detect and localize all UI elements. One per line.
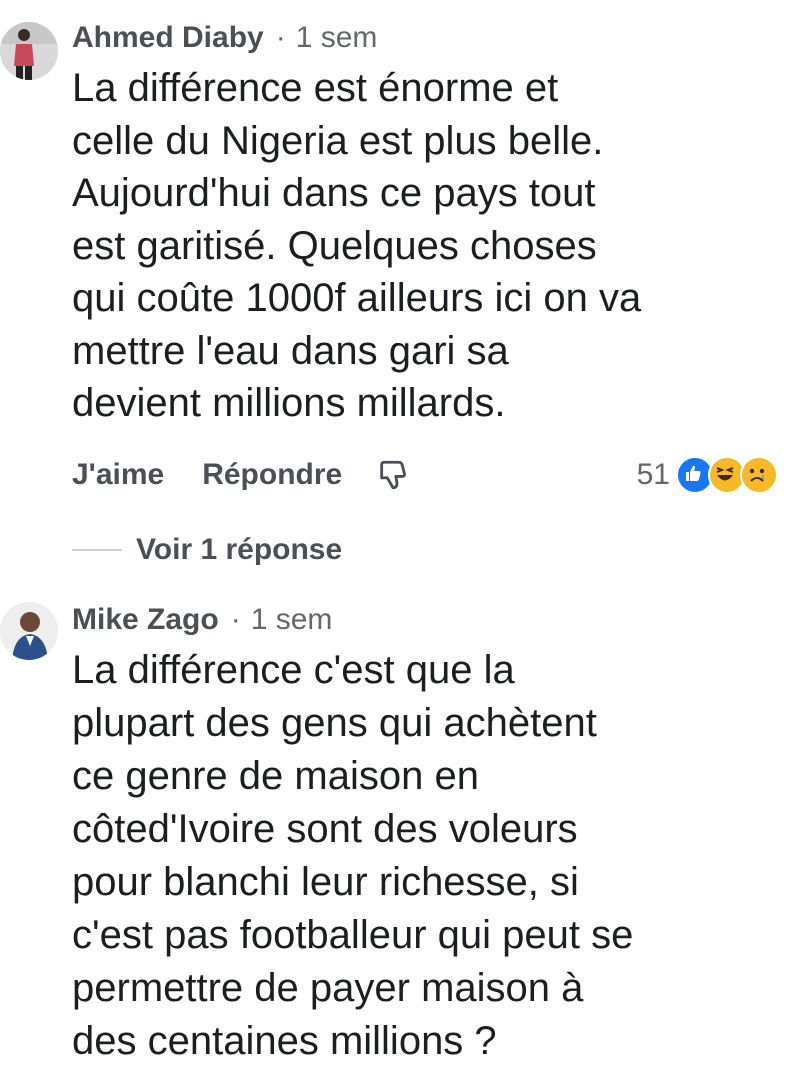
view-replies-link[interactable]: Voir 1 réponse <box>72 530 342 570</box>
avatar[interactable] <box>0 602 58 660</box>
comment-text-line: qui coûte 1000f ailleurs ici on va <box>72 276 642 320</box>
author-line: Mike Zago · 1 sem <box>72 600 332 640</box>
comment-text-line: c'est pas footballeur qui peut se <box>72 913 634 957</box>
comment-text-line: La différence est énorme et <box>72 66 559 110</box>
thumbs-down-icon[interactable] <box>376 458 410 492</box>
comment-text-line: des centaines millions ? <box>72 1019 497 1063</box>
avatar[interactable] <box>0 22 58 80</box>
view-replies-label[interactable]: Voir 1 réponse <box>136 533 342 567</box>
like-button[interactable]: J'aime <box>72 458 164 492</box>
comment-text-line: La différence c'est que la <box>72 648 515 692</box>
separator-dot: · <box>275 21 286 54</box>
comment-ahmed-diaby: Ahmed Diaby · 1 sem La différence est énor… <box>0 0 810 580</box>
separator-dot: · <box>230 603 241 636</box>
sad-reaction-icon <box>740 456 778 494</box>
comment-text: La différence c'est que la plupart des g… <box>72 644 792 1068</box>
comment-text-line: côted'Ivoire sont des voleurs <box>72 807 578 851</box>
replies-divider <box>72 549 122 551</box>
author-line: Ahmed Diaby · 1 sem <box>72 18 377 58</box>
comment-text-line: ce genre de maison en <box>72 754 479 798</box>
comment-actions: J'aime Répondre <box>72 452 410 498</box>
comment-time[interactable]: 1 sem <box>296 21 378 54</box>
author-name[interactable]: Mike Zago <box>72 603 219 636</box>
reaction-icons <box>676 456 778 494</box>
comment-text-line: permettre de payer maison à <box>72 966 584 1010</box>
comment-mike-zago: Mike Zago · 1 sem La différence c'est que … <box>0 580 810 1080</box>
comment-text-line: mettre l'eau dans gari sa <box>72 328 509 373</box>
comment-text-line: devient millions millards. <box>72 381 506 425</box>
comment-text: La différence est énorme et celle du Nig… <box>72 62 792 430</box>
reply-button[interactable]: Répondre <box>202 458 342 492</box>
reaction-count: 51 <box>636 458 670 491</box>
reactions-summary[interactable]: 51 <box>637 452 778 498</box>
comment-text-line: est garitisé. Quelques choses <box>72 223 597 268</box>
comment-time[interactable]: 1 sem <box>251 603 333 636</box>
comment-text-line: pour blanchi leur richesse, si <box>72 860 579 904</box>
comment-text-line: plupart des gens qui achètent <box>72 701 597 745</box>
comment-text-line: Aujourd'hui dans ce pays tout <box>72 171 596 215</box>
author-name[interactable]: Ahmed Diaby <box>72 21 264 54</box>
comment-text-line: celle du Nigeria est plus belle. <box>72 118 604 163</box>
